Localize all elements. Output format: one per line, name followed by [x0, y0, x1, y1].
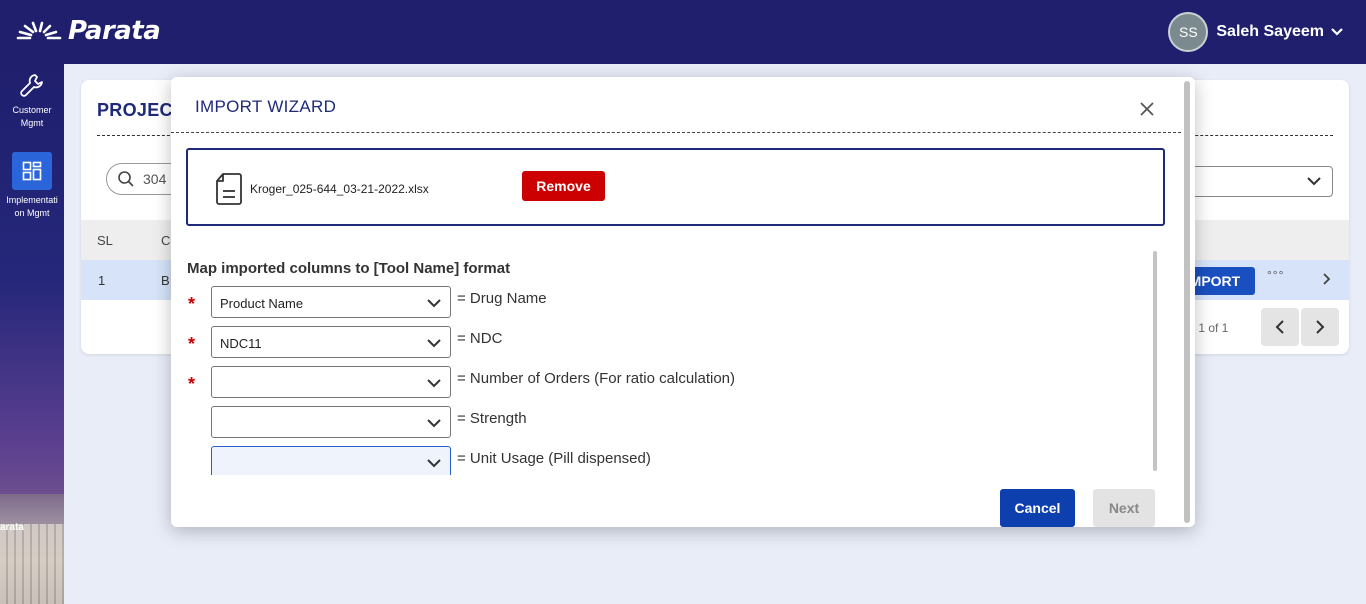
- uploaded-file-box: Kroger_025-644_03-21-2022.xlsx Remove: [186, 148, 1165, 226]
- target-field-label: = Drug Name: [457, 290, 547, 307]
- filter-select[interactable]: [1181, 166, 1333, 197]
- chevron-down-icon: [427, 379, 441, 388]
- parata-burst-icon: [16, 21, 62, 40]
- mapping-title: Map imported columns to [Tool Name] form…: [187, 260, 511, 277]
- top-bar: Parata SS Saleh Sayeem: [0, 0, 1366, 64]
- sidebar-item-label: Mgmt: [20, 118, 44, 128]
- required-marker: *: [188, 334, 196, 354]
- mapping-scrollbar[interactable]: [1153, 251, 1157, 471]
- cell-name: B: [161, 273, 170, 288]
- column-header: C: [161, 233, 171, 248]
- pagination-text: - 1 of 1: [1191, 321, 1229, 335]
- column-header-sl: SL: [97, 233, 113, 248]
- required-marker: *: [188, 294, 196, 314]
- user-menu[interactable]: SS Saleh Sayeem: [1168, 12, 1344, 52]
- close-icon[interactable]: [1139, 101, 1155, 117]
- dashboard-grid-icon: [22, 161, 42, 181]
- target-field-label: = Unit Usage (Pill dispensed): [457, 450, 651, 467]
- modal-scrollbar[interactable]: [1184, 81, 1190, 523]
- import-wizard-modal: IMPORT WIZARD Kroger_025-644_03-21-2022.…: [171, 77, 1195, 527]
- previous-page-button[interactable]: [1261, 308, 1299, 346]
- sidebar-item-label: Implementati: [6, 195, 58, 205]
- chevron-down-icon: [427, 299, 441, 308]
- divider: [171, 132, 1181, 133]
- select-value: NDC11: [220, 336, 262, 351]
- column-select-drug-name[interactable]: Product Name: [211, 286, 451, 318]
- column-select-number-of-orders[interactable]: [211, 366, 451, 398]
- sidebar-item-label: on Mgmt: [14, 208, 50, 218]
- chevron-down-icon: [1307, 177, 1321, 186]
- next-page-button[interactable]: [1301, 308, 1339, 346]
- user-name: Saleh Sayeem: [1216, 23, 1324, 40]
- sidebar: Customer Mgmt Implementati on Mgmt arata: [0, 64, 64, 604]
- next-button[interactable]: Next: [1093, 489, 1155, 527]
- cell-sl: 1: [98, 273, 106, 288]
- chevron-right-icon[interactable]: [1321, 272, 1331, 286]
- select-value: Product Name: [220, 296, 304, 311]
- parata-logo[interactable]: Parata: [16, 16, 161, 46]
- remove-button[interactable]: Remove: [522, 171, 605, 201]
- file-icon: [216, 173, 242, 205]
- more-options-icon[interactable]: °°°: [1267, 268, 1284, 282]
- sidebar-item-label: Customer: [12, 105, 52, 115]
- chevron-right-icon: [1316, 320, 1325, 334]
- column-select-unit-usage[interactable]: [211, 446, 451, 475]
- mapping-row-number-of-orders: * = Number of Orders (For ratio calculat…: [171, 366, 1171, 398]
- chevron-down-icon: [427, 339, 441, 348]
- column-select-ndc[interactable]: NDC11: [211, 326, 451, 358]
- column-mapping-area: Map imported columns to [Tool Name] form…: [171, 247, 1171, 475]
- avatar: SS: [1168, 12, 1209, 52]
- chevron-down-icon: [427, 459, 441, 468]
- cancel-button[interactable]: Cancel: [1000, 489, 1075, 527]
- modal-title: IMPORT WIZARD: [195, 97, 337, 116]
- required-marker: *: [188, 374, 196, 394]
- mapping-row-strength: = Strength: [171, 406, 1171, 438]
- mapping-row-drug-name: * Product Name = Drug Name: [171, 286, 1171, 318]
- file-name: Kroger_025-644_03-21-2022.xlsx: [250, 182, 429, 196]
- building-photo: arata: [0, 494, 64, 604]
- sidebar-item-customer-mgmt[interactable]: Customer Mgmt: [0, 70, 64, 130]
- mapping-row-ndc: * NDC11 = NDC: [171, 326, 1171, 358]
- wrench-icon: [20, 74, 43, 97]
- target-field-label: = Strength: [457, 410, 527, 427]
- sidebar-item-implementation-mgmt[interactable]: Implementati on Mgmt: [0, 152, 64, 220]
- search-value: 304: [143, 171, 167, 187]
- chevron-down-icon: [427, 419, 441, 428]
- chevron-down-icon: [1331, 28, 1343, 36]
- search-icon: [118, 171, 134, 187]
- target-field-label: = NDC: [457, 330, 503, 347]
- chevron-left-icon: [1275, 320, 1284, 334]
- mapping-row-unit-usage: = Unit Usage (Pill dispensed): [171, 446, 1171, 475]
- building-sign: arata: [0, 522, 24, 533]
- target-field-label: = Number of Orders (For ratio calculatio…: [457, 370, 736, 387]
- brand-name: Parata: [68, 16, 161, 46]
- column-select-strength[interactable]: [211, 406, 451, 438]
